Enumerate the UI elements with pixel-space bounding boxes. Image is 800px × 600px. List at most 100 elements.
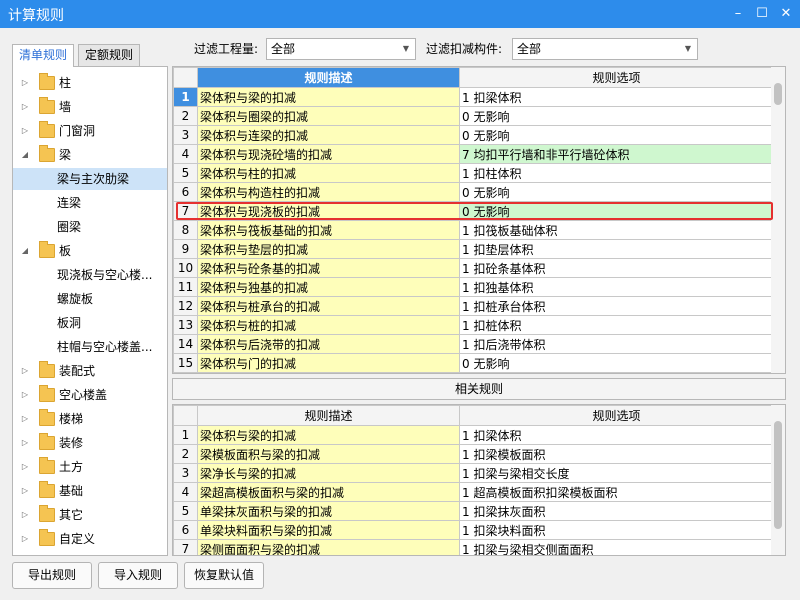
table-row[interactable]: 14 梁体积与后浇带的扣减 1 扣后浇带体积	[173, 334, 774, 354]
table-row[interactable]: 5 单梁抹灰面积与梁的扣减 1 扣梁抹灰面积	[173, 501, 774, 521]
tree-item[interactable]: ▷ 装修	[13, 432, 167, 454]
rule-description-cell[interactable]: 梁体积与桩的扣减	[197, 315, 460, 335]
table-row[interactable]: 12 梁体积与桩承台的扣减 1 扣桩承台体积	[173, 296, 774, 316]
tree-item[interactable]: 柱帽与空心楼盖...	[13, 336, 167, 358]
row-number[interactable]: 2	[173, 444, 198, 464]
related-scrollbar[interactable]	[771, 405, 785, 555]
rule-option-cell[interactable]: 1 扣桩体积	[459, 315, 774, 335]
tree-item[interactable]: 现浇板与空心楼...	[13, 264, 167, 286]
import-rules-button[interactable]: 导入规则	[98, 562, 178, 589]
collapse-arrow-icon[interactable]: ◢	[19, 144, 31, 166]
rule-option-cell[interactable]: 1 扣筏板基础体积	[459, 220, 774, 240]
row-number[interactable]: 14	[173, 334, 198, 354]
tree-item[interactable]: ▷ 墙	[13, 96, 167, 118]
maximize-button[interactable]: ☐	[752, 4, 772, 24]
rule-option-cell[interactable]: 1 扣梁抹灰面积	[459, 501, 774, 521]
expand-arrow-icon[interactable]: ▷	[19, 384, 31, 406]
column-header-option[interactable]: 规则选项	[459, 67, 774, 88]
filter-project-select[interactable]: 全部 ▼	[266, 38, 416, 60]
row-number[interactable]: 1	[173, 87, 198, 107]
rule-option-cell[interactable]: 1 扣桩承台体积	[459, 296, 774, 316]
column-header-description[interactable]: 规则描述	[197, 67, 460, 88]
rule-option-cell[interactable]: 0 无影响	[459, 125, 774, 145]
table-row[interactable]: 2 梁模板面积与梁的扣减 1 扣梁模板面积	[173, 444, 774, 464]
rule-description-cell[interactable]: 梁体积与现浇板的扣减	[197, 201, 460, 221]
rule-description-cell[interactable]: 梁体积与连梁的扣减	[197, 125, 460, 145]
table-row[interactable]: 7 梁侧面面积与梁的扣减 1 扣梁与梁相交侧面面积	[173, 539, 774, 555]
row-number[interactable]: 3	[173, 463, 198, 483]
rule-option-cell[interactable]: 1 扣后浇带体积	[459, 334, 774, 354]
column-header-description[interactable]: 规则描述	[197, 405, 460, 426]
rule-description-cell[interactable]: 梁体积与现浇砼墙的扣减	[197, 144, 460, 164]
table-row[interactable]: 4 梁超高模板面积与梁的扣减 1 超高模板面积扣梁模板面积	[173, 482, 774, 502]
rule-description-cell[interactable]: 梁体积与门的扣减	[197, 353, 460, 373]
tree-item[interactable]: ▷ 门窗洞	[13, 120, 167, 142]
rule-option-cell[interactable]: 7 均扣平行墙和非平行墙砼体积	[459, 144, 774, 164]
rule-description-cell[interactable]: 梁体积与桩承台的扣减	[197, 296, 460, 316]
rule-description-cell[interactable]: 梁体积与梁的扣减	[197, 87, 460, 107]
rule-description-cell[interactable]: 单梁块料面积与梁的扣减	[197, 520, 460, 540]
table-row[interactable]: 3 梁体积与连梁的扣减 0 无影响	[173, 125, 774, 145]
rules-scrollbar[interactable]	[771, 67, 785, 373]
tree-item[interactable]: 板洞	[13, 312, 167, 334]
chevron-down-icon[interactable]: ▼	[399, 39, 413, 59]
related-scrollbar-thumb[interactable]	[774, 421, 782, 529]
table-row[interactable]: 4 梁体积与现浇砼墙的扣减 7 均扣平行墙和非平行墙砼体积	[173, 144, 774, 164]
row-number[interactable]: 8	[173, 220, 198, 240]
tree-item[interactable]: ▷ 楼梯	[13, 408, 167, 430]
rule-option-cell[interactable]: 1 扣梁与梁相交侧面面积	[459, 539, 774, 555]
table-row[interactable]: 15 梁体积与门的扣减 0 无影响	[173, 353, 774, 373]
rule-description-cell[interactable]: 梁体积与独基的扣减	[197, 277, 460, 297]
rule-option-cell[interactable]: 1 扣垫层体积	[459, 239, 774, 259]
row-number[interactable]: 11	[173, 277, 198, 297]
table-row[interactable]: 10 梁体积与砼条基的扣减 1 扣砼条基体积	[173, 258, 774, 278]
rule-option-cell[interactable]: 0 无影响	[459, 353, 774, 373]
tree-item[interactable]: ▷ 空心楼盖	[13, 384, 167, 406]
rule-option-cell[interactable]: 0 无影响	[459, 182, 774, 202]
row-number[interactable]: 7	[173, 201, 198, 221]
rule-description-cell[interactable]: 梁体积与垫层的扣减	[197, 239, 460, 259]
table-row[interactable]: 8 梁体积与筏板基础的扣减 1 扣筏板基础体积	[173, 220, 774, 240]
row-number[interactable]: 2	[173, 106, 198, 126]
row-number[interactable]: 15	[173, 353, 198, 373]
tree-item[interactable]: ▷ 基础	[13, 480, 167, 502]
table-row[interactable]: 11 梁体积与独基的扣减 1 扣独基体积	[173, 277, 774, 297]
row-number[interactable]: 4	[173, 482, 198, 502]
table-row[interactable]: 3 梁净长与梁的扣减 1 扣梁与梁相交长度	[173, 463, 774, 483]
rule-option-cell[interactable]: 1 超高模板面积扣梁模板面积	[459, 482, 774, 502]
rule-description-cell[interactable]: 梁超高模板面积与梁的扣减	[197, 482, 460, 502]
expand-arrow-icon[interactable]: ▷	[19, 528, 31, 550]
table-row[interactable]: 9 梁体积与垫层的扣减 1 扣垫层体积	[173, 239, 774, 259]
rule-description-cell[interactable]: 梁模板面积与梁的扣减	[197, 444, 460, 464]
rule-description-cell[interactable]: 梁体积与砼条基的扣减	[197, 258, 460, 278]
restore-defaults-button[interactable]: 恢复默认值	[184, 562, 264, 589]
tree-item[interactable]: ▷ 装配式	[13, 360, 167, 382]
rule-description-cell[interactable]: 梁体积与圈梁的扣减	[197, 106, 460, 126]
rule-option-cell[interactable]: 1 扣梁模板面积	[459, 444, 774, 464]
expand-arrow-icon[interactable]: ▷	[19, 456, 31, 478]
rule-option-cell[interactable]: 1 扣梁与梁相交长度	[459, 463, 774, 483]
table-row[interactable]: 13 梁体积与桩的扣减 1 扣桩体积	[173, 315, 774, 335]
table-row[interactable]: 5 梁体积与柱的扣减 1 扣柱体积	[173, 163, 774, 183]
expand-arrow-icon[interactable]: ▷	[19, 72, 31, 94]
close-button[interactable]: ✕	[776, 4, 796, 24]
row-number[interactable]: 12	[173, 296, 198, 316]
table-row[interactable]: 1 梁体积与梁的扣减 1 扣梁体积	[173, 87, 774, 107]
row-number[interactable]: 6	[173, 182, 198, 202]
rule-option-cell[interactable]: 1 扣梁体积	[459, 425, 774, 445]
table-row[interactable]: 2 梁体积与圈梁的扣减 0 无影响	[173, 106, 774, 126]
expand-arrow-icon[interactable]: ▷	[19, 408, 31, 430]
rule-option-cell[interactable]: 1 扣砼条基体积	[459, 258, 774, 278]
rule-option-cell[interactable]: 1 扣梁块料面积	[459, 520, 774, 540]
tree-item[interactable]: ▷ 土方	[13, 456, 167, 478]
rule-description-cell[interactable]: 梁侧面面积与梁的扣减	[197, 539, 460, 555]
table-row[interactable]: 7 梁体积与现浇板的扣减 0 无影响	[173, 201, 774, 221]
tab-bill-rules[interactable]: 清单规则	[12, 44, 74, 67]
minimize-button[interactable]: –	[728, 4, 748, 24]
tree-item[interactable]: 连梁	[13, 192, 167, 214]
row-number[interactable]: 3	[173, 125, 198, 145]
expand-arrow-icon[interactable]: ▷	[19, 432, 31, 454]
row-number[interactable]: 5	[173, 163, 198, 183]
rule-description-cell[interactable]: 梁体积与后浇带的扣减	[197, 334, 460, 354]
filter-component-select[interactable]: 全部 ▼	[512, 38, 698, 60]
